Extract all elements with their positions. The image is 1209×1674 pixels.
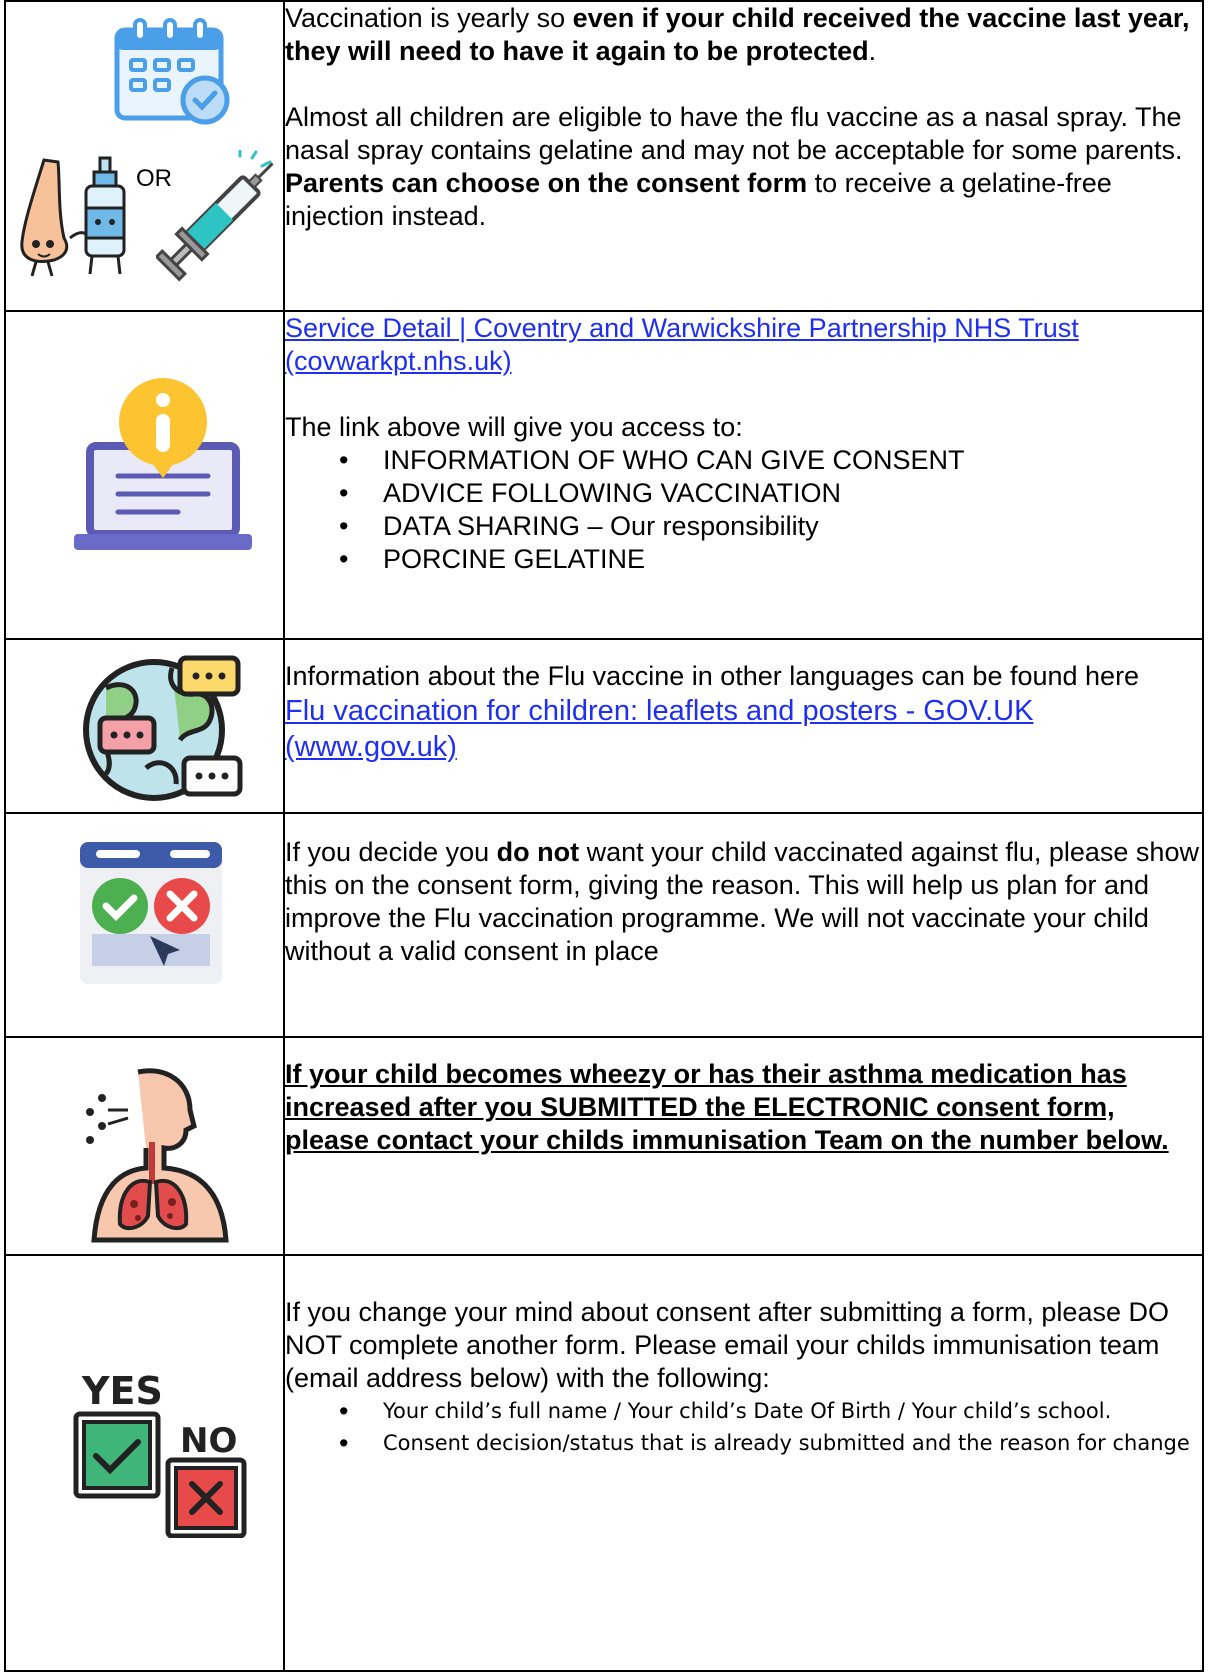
icon-cell — [4, 638, 285, 814]
icon-cell — [4, 812, 285, 1038]
laptop-info-icon — [74, 378, 252, 550]
table-row: Information about the Flu vaccine in oth… — [4, 638, 1204, 814]
text-cell: If you decide you do not want your child… — [283, 812, 1204, 1038]
table-row: OR Vaccination is yearly so even if your… — [4, 0, 1204, 312]
access-list: INFORMATION OF WHO CAN GIVE CONSENT ADVI… — [285, 444, 1202, 576]
email-details-list: Your child’s full name / Your child’s Da… — [285, 1395, 1202, 1459]
nasal-spray-icon — [20, 156, 126, 277]
icon-cell: YES NO — [4, 1254, 285, 1672]
text-cell: If your child becomes wheezy or has thei… — [283, 1036, 1204, 1256]
consent-check-cross-icon — [80, 842, 222, 984]
list-item: Your child’s full name / Your child’s Da… — [339, 1395, 1202, 1427]
list-item: PORCINE GELATINE — [339, 543, 1202, 576]
change-mind-paragraph: If you change your mind about consent af… — [285, 1297, 1169, 1393]
table-row: Service Detail | Coventry and Warwickshi… — [4, 310, 1204, 640]
table-row: If you decide you do not want your child… — [4, 812, 1204, 1038]
table-row: YES NO If you change your mind about con… — [4, 1254, 1204, 1672]
link-intro: The link above will give you access to: — [285, 412, 743, 442]
service-detail-link[interactable]: Service Detail | Coventry and Warwickshi… — [285, 313, 1079, 376]
calendar-check-icon — [114, 18, 230, 125]
list-item: Consent decision/status that is already … — [339, 1427, 1202, 1459]
nasal-spray-paragraph: Almost all children are eligible to have… — [285, 102, 1183, 231]
decline-paragraph: If you decide you do not want your child… — [285, 837, 1199, 966]
icon-cell: OR — [4, 0, 285, 312]
no-label: NO — [180, 1421, 237, 1461]
languages-text: Information about the Flu vaccine in oth… — [285, 661, 1140, 691]
syringe-icon — [156, 150, 274, 282]
globe-languages-icon — [83, 655, 243, 801]
asthma-warning: If your child becomes wheezy or has thei… — [285, 1059, 1169, 1155]
yearly-paragraph: Vaccination is yearly so even if your ch… — [285, 3, 1190, 66]
text-cell: Information about the Flu vaccine in oth… — [283, 638, 1204, 814]
text-cell: Vaccination is yearly so even if your ch… — [283, 0, 1204, 312]
yes-label: YES — [81, 1369, 163, 1413]
icon-cell — [4, 310, 285, 640]
yes-no-icon: YES NO — [73, 1369, 247, 1538]
text-cell: Service Detail | Coventry and Warwickshi… — [283, 310, 1204, 640]
list-item: INFORMATION OF WHO CAN GIVE CONSENT — [339, 444, 1202, 477]
list-item: DATA SHARING – Our responsibility — [339, 510, 1202, 543]
icon-cell — [4, 1036, 285, 1256]
gov-uk-leaflets-link[interactable]: Flu vaccination for children: leaflets a… — [285, 695, 1033, 763]
table-row: If your child becomes wheezy or has thei… — [4, 1036, 1204, 1256]
lungs-cough-icon — [86, 1068, 229, 1243]
text-cell: If you change your mind about consent af… — [283, 1254, 1204, 1672]
info-table: OR Vaccination is yearly so even if your… — [4, 0, 1204, 1672]
list-item: ADVICE FOLLOWING VACCINATION — [339, 477, 1202, 510]
